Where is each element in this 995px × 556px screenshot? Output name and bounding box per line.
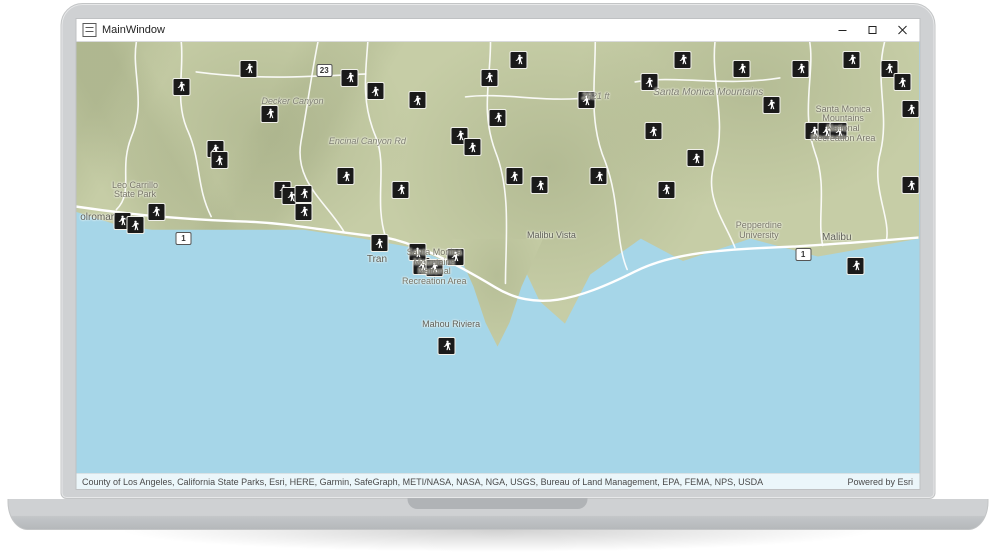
hiker-icon xyxy=(534,180,545,191)
trailhead-marker[interactable] xyxy=(644,122,662,140)
hiker-icon xyxy=(412,247,423,258)
maximize-button[interactable] xyxy=(857,19,887,41)
close-button[interactable] xyxy=(887,19,917,41)
app-icon xyxy=(82,23,96,37)
trailhead-marker[interactable] xyxy=(830,122,848,140)
trailhead-marker[interactable] xyxy=(687,149,705,167)
laptop-notch xyxy=(408,498,588,509)
trailhead-marker[interactable] xyxy=(505,167,523,185)
hiker-icon xyxy=(833,126,844,137)
trailhead-marker[interactable] xyxy=(480,69,498,87)
trailhead-marker[interactable] xyxy=(147,203,165,221)
trailhead-marker[interactable] xyxy=(640,73,658,91)
trailhead-marker[interactable] xyxy=(408,91,426,109)
hiker-icon xyxy=(795,63,806,74)
trailhead-marker[interactable] xyxy=(577,91,595,109)
trailhead-marker[interactable] xyxy=(489,109,507,127)
trailhead-marker[interactable] xyxy=(510,51,528,69)
window-titlebar: MainWindow xyxy=(76,19,919,42)
hiker-icon xyxy=(298,188,309,199)
minimize-icon xyxy=(837,25,847,35)
hiker-icon xyxy=(850,260,861,271)
hiker-icon xyxy=(644,77,655,88)
hiker-icon xyxy=(897,77,908,88)
trailhead-marker[interactable] xyxy=(902,100,919,118)
laptop-shadow xyxy=(7,530,988,556)
trailhead-marker[interactable] xyxy=(446,248,464,266)
trailhead-marker[interactable] xyxy=(210,151,228,169)
trailhead-marker[interactable] xyxy=(463,138,481,156)
trailhead-marker[interactable] xyxy=(295,185,313,203)
trailhead-marker[interactable] xyxy=(126,216,144,234)
trailhead-marker[interactable] xyxy=(261,105,279,123)
hiker-icon xyxy=(905,104,916,115)
hiker-icon xyxy=(214,155,225,166)
highway-shield: 1 xyxy=(175,232,191,245)
trailhead-marker[interactable] xyxy=(792,60,810,78)
trailhead-marker[interactable] xyxy=(295,203,313,221)
trailhead-marker[interactable] xyxy=(657,181,675,199)
trailhead-marker[interactable] xyxy=(392,181,410,199)
hiker-icon xyxy=(264,108,275,119)
hiker-icon xyxy=(370,86,381,97)
trailhead-marker[interactable] xyxy=(843,51,861,69)
trailhead-marker[interactable] xyxy=(337,167,355,185)
close-icon xyxy=(897,25,907,35)
trailhead-marker[interactable] xyxy=(902,176,919,194)
hiker-icon xyxy=(593,171,604,182)
trailhead-marker[interactable] xyxy=(408,243,426,261)
hiker-icon xyxy=(298,206,309,217)
trailhead-marker[interactable] xyxy=(531,176,549,194)
hiker-icon xyxy=(766,99,777,110)
trailhead-marker[interactable] xyxy=(341,69,359,87)
hiker-icon xyxy=(905,180,916,191)
hiker-icon xyxy=(130,220,141,231)
hiker-icon xyxy=(846,54,857,65)
trailhead-marker[interactable] xyxy=(893,73,911,91)
trailhead-marker[interactable] xyxy=(674,51,692,69)
laptop-frame: MainWindow xyxy=(60,3,935,556)
hiker-icon xyxy=(661,184,672,195)
highway-shield: 23 xyxy=(316,64,332,77)
maximize-icon xyxy=(867,25,877,35)
hiker-icon xyxy=(429,262,440,273)
window-title: MainWindow xyxy=(102,24,165,36)
hiker-icon xyxy=(243,63,254,74)
hiker-icon xyxy=(492,112,503,123)
hiker-icon xyxy=(176,81,187,92)
hiker-icon xyxy=(395,184,406,195)
hiker-icon xyxy=(151,206,162,217)
laptop-base xyxy=(7,499,988,530)
hiker-icon xyxy=(441,340,452,351)
hiker-icon xyxy=(509,171,520,182)
minimize-button[interactable] xyxy=(827,19,857,41)
hiker-icon xyxy=(484,72,495,83)
hiker-icon xyxy=(450,251,461,262)
trailhead-marker[interactable] xyxy=(425,259,443,277)
highway-shield: 1 xyxy=(795,248,811,261)
app-window: MainWindow xyxy=(75,18,920,490)
trailhead-marker[interactable] xyxy=(847,257,865,275)
trailhead-marker[interactable] xyxy=(240,60,258,78)
screen-bezel: MainWindow xyxy=(60,3,935,499)
trailhead-marker[interactable] xyxy=(370,234,388,252)
hiker-icon xyxy=(513,54,524,65)
trailhead-marker[interactable] xyxy=(733,60,751,78)
hiker-icon xyxy=(340,171,351,182)
hiker-icon xyxy=(412,95,423,106)
hiker-icon xyxy=(677,54,688,65)
map-view[interactable]: County of Los Angeles, California State … xyxy=(76,42,919,489)
hiker-icon xyxy=(467,142,478,153)
hiker-icon xyxy=(581,95,592,106)
hiker-icon xyxy=(690,153,701,164)
trailhead-marker[interactable] xyxy=(172,78,190,96)
hiker-icon xyxy=(648,126,659,137)
hiker-icon xyxy=(344,72,355,83)
trailhead-marker[interactable] xyxy=(590,167,608,185)
trailhead-marker[interactable] xyxy=(438,337,456,355)
hiker-icon xyxy=(374,238,385,249)
trailhead-marker[interactable] xyxy=(762,96,780,114)
trailhead-marker[interactable] xyxy=(366,82,384,100)
hiker-icon xyxy=(736,63,747,74)
